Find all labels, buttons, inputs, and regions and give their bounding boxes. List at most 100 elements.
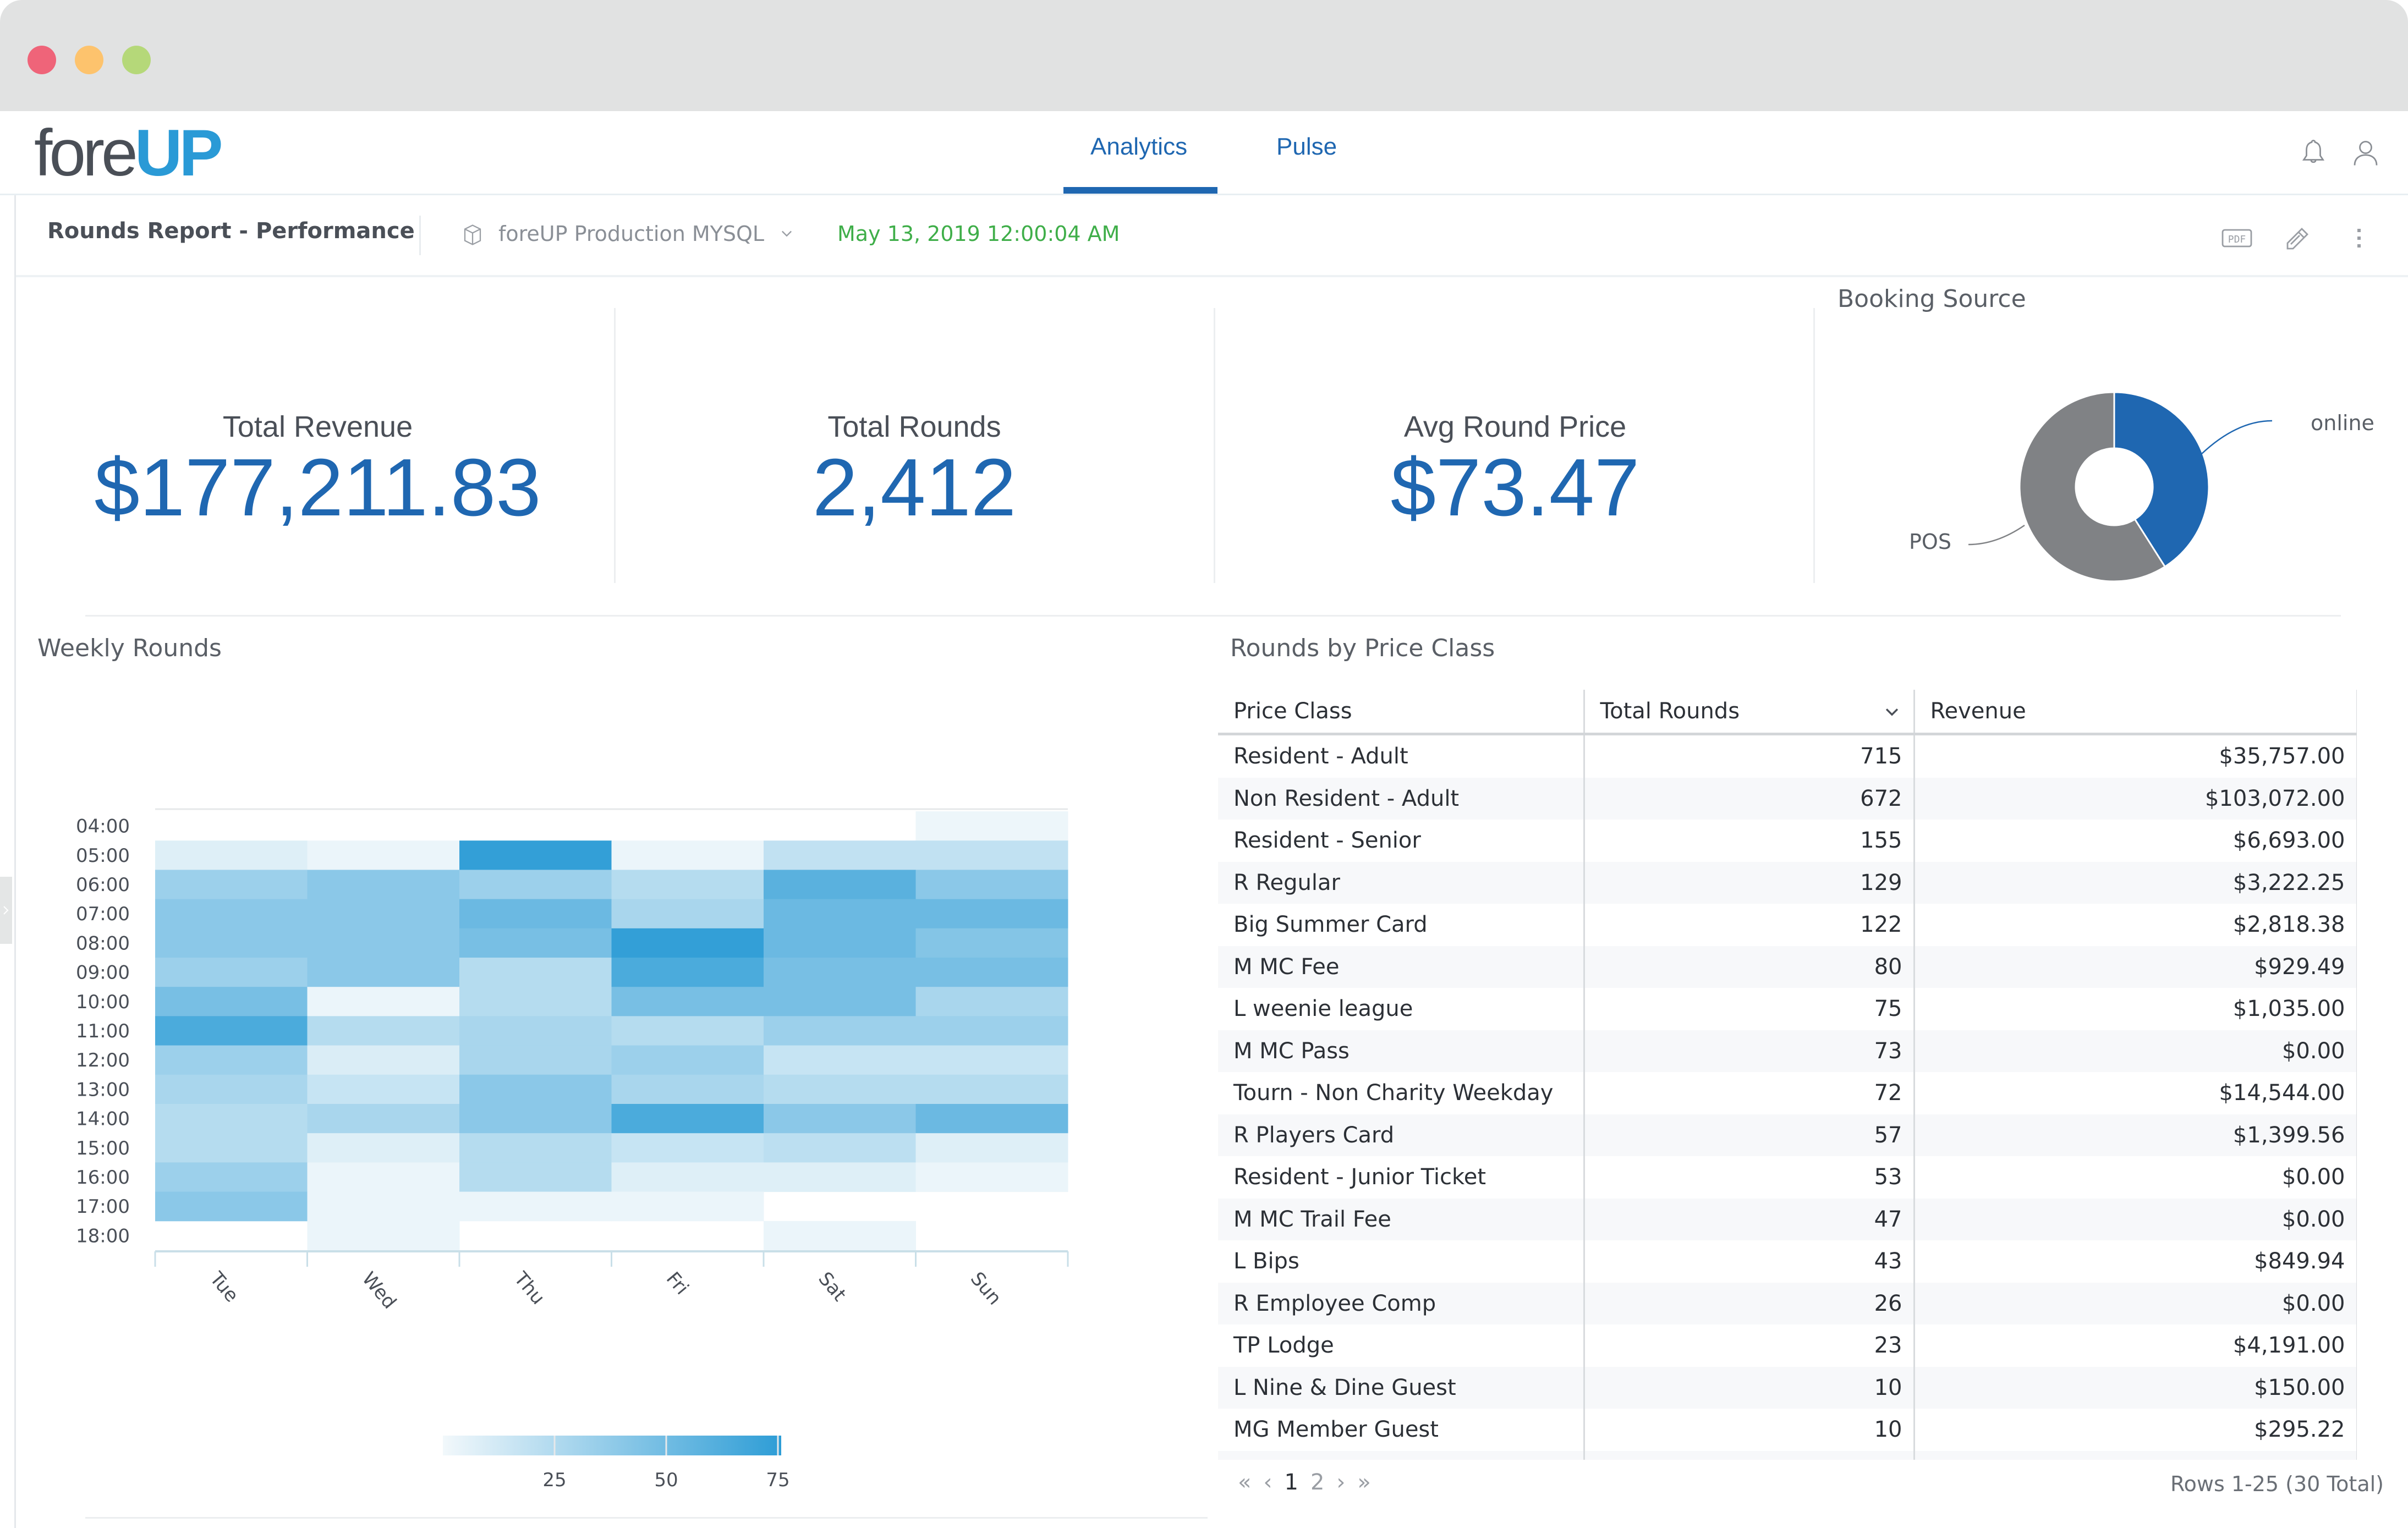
chevron-down-icon[interactable] bbox=[779, 226, 794, 241]
heatmap-cell[interactable] bbox=[764, 870, 916, 900]
heatmap-cell[interactable] bbox=[307, 1074, 460, 1104]
heatmap-cell[interactable] bbox=[155, 958, 308, 987]
user-icon[interactable] bbox=[2349, 136, 2382, 169]
heatmap-cell[interactable] bbox=[459, 1074, 612, 1104]
heatmap-cell[interactable] bbox=[307, 958, 460, 987]
heatmap-cell[interactable] bbox=[611, 870, 764, 900]
heatmap-cell[interactable] bbox=[459, 987, 612, 1016]
heatmap-cell[interactable] bbox=[307, 840, 460, 870]
heatmap-cell[interactable] bbox=[764, 1162, 916, 1192]
heatmap-cell[interactable] bbox=[915, 1104, 1068, 1134]
bell-icon[interactable] bbox=[2297, 136, 2330, 169]
sort-descending-chevron-icon[interactable] bbox=[1883, 703, 1901, 722]
heatmap-cell[interactable] bbox=[459, 1133, 612, 1163]
heatmap-cell[interactable] bbox=[764, 840, 916, 870]
page-1-button[interactable]: 1 bbox=[1284, 1470, 1298, 1495]
table-row[interactable]: R Players Card 57 $1,399.56 bbox=[1218, 1114, 2357, 1156]
table-row[interactable]: L Nine & Dine Guest 10 $150.00 bbox=[1218, 1366, 2357, 1409]
heatmap-cell[interactable] bbox=[611, 1191, 764, 1222]
tab-analytics[interactable]: Analytics bbox=[1090, 133, 1187, 161]
heatmap-cell[interactable] bbox=[764, 1133, 916, 1163]
heatmap-cell[interactable] bbox=[459, 1191, 612, 1222]
heatmap-cell[interactable] bbox=[459, 1104, 612, 1134]
datasource-selector[interactable]: foreUP Production MYSQL bbox=[498, 222, 764, 246]
table-row[interactable]: Big Summer Card 122 $2,818.38 bbox=[1218, 904, 2357, 946]
table-row[interactable]: Non Resident - Adult 672 $103,072.00 bbox=[1218, 777, 2357, 820]
more-vertical-icon[interactable] bbox=[2341, 220, 2377, 255]
price-class-table-container[interactable]: Price Class Total Rounds Revenue Residen… bbox=[1218, 690, 2357, 1460]
table-row[interactable]: M MC Pass 73 $0.00 bbox=[1218, 1030, 2357, 1072]
heatmap-cell[interactable] bbox=[155, 1074, 308, 1104]
heatmap-cell[interactable] bbox=[307, 1016, 460, 1046]
heatmap-cell[interactable] bbox=[764, 928, 916, 958]
table-row[interactable]: L weenie league 75 $1,035.00 bbox=[1218, 988, 2357, 1030]
heatmap-cell[interactable] bbox=[611, 958, 764, 987]
heatmap-cell[interactable] bbox=[915, 987, 1068, 1016]
heatmap-cell[interactable] bbox=[764, 1074, 916, 1104]
heatmap-cell[interactable] bbox=[307, 1191, 460, 1222]
heatmap-cell[interactable] bbox=[915, 1133, 1068, 1163]
heatmap-cell[interactable] bbox=[155, 1016, 308, 1046]
heatmap-cell[interactable] bbox=[611, 1104, 764, 1134]
heatmap-cell[interactable] bbox=[611, 1074, 764, 1104]
heatmap-cell[interactable] bbox=[155, 987, 308, 1016]
heatmap-cell[interactable] bbox=[155, 1191, 308, 1222]
last-page-button[interactable]: » bbox=[1357, 1470, 1370, 1495]
table-row[interactable]: M MC Trail Fee 47 $0.00 bbox=[1218, 1198, 2357, 1240]
heatmap-cell[interactable] bbox=[764, 1104, 916, 1134]
window-maximize-button[interactable] bbox=[122, 46, 151, 74]
heatmap-cell[interactable] bbox=[155, 870, 308, 900]
heatmap-cell[interactable] bbox=[155, 1162, 308, 1192]
heatmap-cell[interactable] bbox=[459, 958, 612, 987]
heatmap-cell[interactable] bbox=[764, 958, 916, 987]
heatmap-cell[interactable] bbox=[915, 870, 1068, 900]
heatmap-cell[interactable] bbox=[764, 987, 916, 1016]
table-row[interactable]: TP Lodge 23 $4,191.00 bbox=[1218, 1324, 2357, 1367]
heatmap-cell[interactable] bbox=[915, 1162, 1068, 1192]
table-row[interactable]: Resident - Adult 715 $35,757.00 bbox=[1218, 734, 2357, 778]
heatmap-cell[interactable] bbox=[459, 870, 612, 900]
pencil-edit-icon[interactable] bbox=[2280, 220, 2315, 255]
heatmap-cell[interactable] bbox=[155, 1104, 308, 1134]
table-row[interactable]: MG Member Guest 10 $295.22 bbox=[1218, 1409, 2357, 1451]
table-row[interactable]: Resident - Junior Ticket 53 $0.00 bbox=[1218, 1156, 2357, 1199]
heatmap-cell[interactable] bbox=[915, 1074, 1068, 1104]
heatmap-cell[interactable] bbox=[155, 928, 308, 958]
heatmap-cell[interactable] bbox=[307, 987, 460, 1016]
heatmap-cell[interactable] bbox=[915, 899, 1068, 929]
heatmap-cell[interactable] bbox=[307, 1045, 460, 1075]
heatmap-cell[interactable] bbox=[915, 840, 1068, 870]
heatmap-cell[interactable] bbox=[459, 1162, 612, 1192]
heatmap-cell[interactable] bbox=[459, 1045, 612, 1075]
table-row[interactable]: Resident - Senior 155 $6,693.00 bbox=[1218, 820, 2357, 862]
heatmap-cell[interactable] bbox=[459, 1016, 612, 1046]
previous-page-button[interactable]: ‹ bbox=[1263, 1470, 1272, 1495]
heatmap-cell[interactable] bbox=[155, 1045, 308, 1075]
heatmap-cell[interactable] bbox=[915, 1016, 1068, 1046]
heatmap-cell[interactable] bbox=[459, 840, 612, 870]
heatmap-cell[interactable] bbox=[915, 958, 1068, 987]
heatmap-cell[interactable] bbox=[764, 1016, 916, 1046]
pdf-export-icon[interactable]: PDF bbox=[2219, 220, 2255, 255]
column-header-revenue[interactable]: Revenue bbox=[1914, 690, 2357, 735]
window-close-button[interactable] bbox=[28, 46, 56, 74]
first-page-button[interactable]: « bbox=[1238, 1470, 1251, 1495]
foreup-logo[interactable]: fore UP bbox=[34, 114, 223, 186]
heatmap-cell[interactable] bbox=[307, 1104, 460, 1134]
window-minimize-button[interactable] bbox=[75, 46, 103, 74]
page-2-button[interactable]: 2 bbox=[1310, 1470, 1324, 1495]
column-header-total-rounds[interactable]: Total Rounds bbox=[1584, 690, 1915, 735]
heatmap-cell[interactable] bbox=[459, 899, 612, 929]
table-row[interactable]: M MC Fee 80 $929.49 bbox=[1218, 946, 2357, 988]
table-row[interactable]: L Bips 43 $849.94 bbox=[1218, 1240, 2357, 1283]
heatmap-cell[interactable] bbox=[611, 1016, 764, 1046]
heatmap-cell[interactable] bbox=[764, 1221, 916, 1251]
heatmap-cell[interactable] bbox=[307, 1133, 460, 1163]
heatmap-cell[interactable] bbox=[611, 1133, 764, 1163]
next-page-button[interactable]: › bbox=[1336, 1470, 1345, 1495]
heatmap-cell[interactable] bbox=[307, 1162, 460, 1192]
heatmap-cell[interactable] bbox=[611, 899, 764, 929]
table-row[interactable]: Hilton Hotel6$1,0… bbox=[1218, 1450, 2357, 1460]
tab-pulse[interactable]: Pulse bbox=[1276, 133, 1337, 161]
heatmap-cell[interactable] bbox=[611, 1045, 764, 1075]
